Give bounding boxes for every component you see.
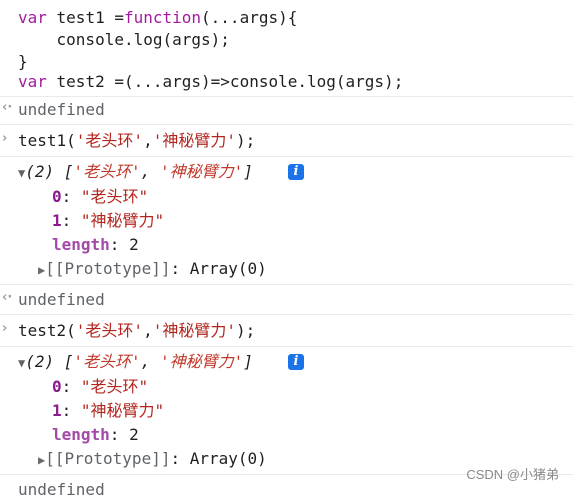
preview-item-0: '老头环' bbox=[73, 162, 141, 181]
length-colon: : bbox=[109, 235, 130, 254]
result-chevron-icon: ‹· bbox=[2, 290, 13, 305]
keyword-function: function bbox=[123, 8, 202, 27]
console-divider bbox=[0, 124, 573, 125]
entry-key: 0 bbox=[52, 187, 62, 206]
call-suffix: ); bbox=[236, 131, 256, 150]
keyword-var: var bbox=[18, 8, 47, 27]
length-key: length bbox=[52, 425, 110, 444]
entry-key: 0 bbox=[52, 377, 62, 396]
entry-colon: : bbox=[61, 401, 81, 420]
info-icon[interactable]: i bbox=[288, 354, 304, 370]
array-summary[interactable]: ▼(2) ['老头环', '神秘臂力'] bbox=[18, 162, 253, 183]
result-undefined: undefined bbox=[18, 290, 105, 309]
preview-item-1: '神秘臂力' bbox=[159, 162, 244, 181]
result-undefined: undefined bbox=[18, 100, 105, 119]
bracket-close: ] bbox=[243, 162, 253, 181]
entry-value: "神秘臂力" bbox=[80, 211, 165, 230]
result-undefined: undefined bbox=[18, 480, 105, 499]
prototype-label: [[Prototype]] bbox=[45, 449, 171, 468]
length-key: length bbox=[52, 235, 110, 254]
input-chevron-icon: › bbox=[2, 131, 8, 146]
console-divider bbox=[0, 96, 573, 97]
entry-colon: : bbox=[61, 211, 81, 230]
info-icon[interactable]: i bbox=[288, 164, 304, 180]
call-arg-1: '老头环' bbox=[75, 321, 144, 340]
code-text: test2 =(...args)=>console.log(args); bbox=[46, 72, 404, 91]
call-comma: , bbox=[143, 321, 153, 340]
array-entry: 0: "老头环" bbox=[52, 187, 148, 207]
code-line-3: } bbox=[18, 52, 28, 71]
console-divider bbox=[0, 156, 573, 157]
array-entry: 1: "神秘臂力" bbox=[52, 211, 164, 231]
entry-colon: : bbox=[61, 377, 81, 396]
console-input-test2[interactable]: test2('老头环','神秘臂力'); bbox=[18, 321, 255, 341]
array-length: length: 2 bbox=[52, 235, 139, 255]
array-count: (2) bbox=[25, 352, 64, 371]
length-colon: : bbox=[109, 425, 130, 444]
call-suffix: ); bbox=[236, 321, 256, 340]
call-prefix: test1( bbox=[18, 131, 76, 150]
entry-colon: : bbox=[61, 187, 81, 206]
array-entry: 1: "神秘臂力" bbox=[52, 401, 164, 421]
entry-value: "神秘臂力" bbox=[80, 401, 165, 420]
array-prototype[interactable]: ▶[[Prototype]]: Array(0) bbox=[38, 449, 267, 470]
prototype-label: [[Prototype]] bbox=[45, 259, 171, 278]
preview-item-0: '老头环' bbox=[73, 352, 141, 371]
call-comma: , bbox=[143, 131, 153, 150]
input-chevron-icon: › bbox=[2, 321, 8, 336]
code-line-2: console.log(args); bbox=[18, 30, 230, 49]
code-text: (...args){ bbox=[201, 8, 298, 27]
call-arg-2: '神秘臂力' bbox=[152, 131, 236, 150]
console-divider bbox=[0, 284, 573, 285]
prototype-value: : Array(0) bbox=[170, 259, 267, 278]
call-prefix: test2( bbox=[18, 321, 76, 340]
code-line-1: var test1 =function(...args){ bbox=[18, 8, 297, 28]
code-line-4: var test2 =(...args)=>console.log(args); bbox=[18, 72, 403, 92]
entry-key: 1 bbox=[52, 401, 62, 420]
array-prototype[interactable]: ▶[[Prototype]]: Array(0) bbox=[38, 259, 267, 280]
array-count: (2) bbox=[25, 162, 64, 181]
bracket-open: [ bbox=[63, 352, 74, 371]
watermark: CSDN @小猪弟 bbox=[466, 467, 559, 482]
length-value: 2 bbox=[129, 235, 139, 254]
call-arg-1: '老头环' bbox=[75, 131, 144, 150]
preview-sep: , bbox=[140, 352, 160, 371]
console-input-test1[interactable]: test1('老头环','神秘臂力'); bbox=[18, 131, 255, 151]
length-value: 2 bbox=[129, 425, 139, 444]
entry-value: "老头环" bbox=[80, 377, 149, 396]
entry-key: 1 bbox=[52, 211, 62, 230]
bracket-close: ] bbox=[243, 352, 253, 371]
entry-value: "老头环" bbox=[80, 187, 149, 206]
preview-item-1: '神秘臂力' bbox=[159, 352, 244, 371]
result-chevron-icon: ‹· bbox=[2, 100, 13, 115]
code-text: test1 = bbox=[46, 8, 124, 27]
array-entry: 0: "老头环" bbox=[52, 377, 148, 397]
console-divider bbox=[0, 314, 573, 315]
prototype-value: : Array(0) bbox=[170, 449, 267, 468]
preview-sep: , bbox=[140, 162, 160, 181]
keyword-var: var bbox=[18, 72, 47, 91]
console-divider bbox=[0, 346, 573, 347]
array-length: length: 2 bbox=[52, 425, 139, 445]
bracket-open: [ bbox=[63, 162, 74, 181]
array-summary[interactable]: ▼(2) ['老头环', '神秘臂力'] bbox=[18, 352, 253, 373]
call-arg-2: '神秘臂力' bbox=[152, 321, 236, 340]
